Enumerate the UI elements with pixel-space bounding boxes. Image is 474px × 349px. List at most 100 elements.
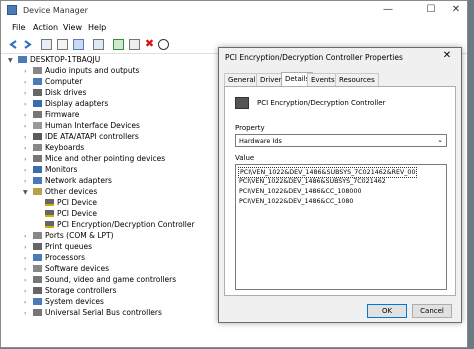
warning-device-icon: [45, 210, 54, 217]
display-icon: [33, 100, 42, 107]
tree-item-computer[interactable]: Computer: [33, 77, 82, 87]
expand-arrow-icon[interactable]: ›: [24, 233, 26, 240]
expand-arrow-icon[interactable]: ›: [24, 277, 26, 284]
tree-item-ports[interactable]: Ports (COM & LPT): [33, 231, 114, 241]
expand-arrow-icon[interactable]: ›: [24, 79, 26, 86]
back-icon[interactable]: [8, 39, 19, 50]
list-item[interactable]: PCI\VEN_1022&DEV_1486&SUBSYS_7C021462: [239, 177, 386, 186]
device-name: PCI Encryption/Decryption Controller: [257, 99, 386, 107]
tab-events[interactable]: Events: [307, 73, 339, 86]
device-manager-icon: [7, 5, 17, 15]
list-item[interactable]: PCI\VEN_1022&DEV_1486&CC_108000: [239, 187, 361, 196]
properties-dialog: PCI Encryption/Decryption Controller Pro…: [218, 47, 462, 323]
menu-action[interactable]: Action: [33, 23, 58, 32]
tree-item-print-queues[interactable]: Print queues: [33, 242, 92, 252]
tree-item-disk-drives[interactable]: Disk drives: [33, 88, 86, 98]
tree-item-keyboards[interactable]: Keyboards: [33, 143, 84, 153]
property-dropdown[interactable]: Hardware Ids ⌄: [235, 134, 447, 147]
menu-view[interactable]: View: [63, 23, 82, 32]
firmware-icon: [33, 111, 42, 118]
expand-arrow-icon[interactable]: ›: [24, 101, 26, 108]
warning-device-icon: [45, 221, 54, 228]
expand-arrow-icon[interactable]: ›: [24, 68, 26, 75]
uninstall-icon[interactable]: ✖: [144, 38, 155, 50]
expand-arrow-icon[interactable]: ›: [24, 288, 26, 295]
expand-arrow-icon[interactable]: ›: [24, 266, 26, 273]
scan-hardware-icon[interactable]: [113, 39, 124, 50]
tree-item-pci-encryption[interactable]: PCI Encryption/Decryption Controller: [45, 220, 195, 230]
storage-icon: [33, 287, 42, 294]
tree-item-other-devices[interactable]: Other devices: [33, 187, 97, 197]
tree-item-display-adapters[interactable]: Display adapters: [33, 99, 108, 109]
ide-controller-icon: [33, 133, 42, 140]
property-value: Hardware Ids: [239, 137, 282, 145]
value-label: Value: [235, 154, 255, 162]
expand-arrow-icon[interactable]: ›: [24, 145, 26, 152]
processor-icon: [33, 254, 42, 261]
tree-item-audio[interactable]: Audio inputs and outputs: [33, 66, 139, 76]
tree-root[interactable]: DESKTOP-1TBAQJU: [18, 55, 100, 65]
expand-arrow-icon[interactable]: ›: [24, 90, 26, 97]
window-title: Device Manager: [23, 6, 88, 15]
tree-item-sound[interactable]: Sound, video and game controllers: [33, 275, 176, 285]
expand-arrow-icon[interactable]: ›: [24, 167, 26, 174]
collapse-arrow-icon[interactable]: ▼: [23, 189, 28, 196]
details-panel: PCI Encryption/Decryption Controller Pro…: [224, 86, 456, 296]
tab-resources[interactable]: Resources: [335, 73, 379, 86]
tree-item-ide[interactable]: IDE ATA/ATAPI controllers: [33, 132, 139, 142]
tree-item-monitors[interactable]: Monitors: [33, 165, 77, 175]
printer-icon: [33, 243, 42, 250]
expand-arrow-icon[interactable]: ›: [24, 310, 26, 317]
forward-icon[interactable]: [22, 39, 33, 50]
expand-arrow-icon[interactable]: ›: [24, 244, 26, 251]
tree-item-pci-device-1[interactable]: PCI Device: [45, 198, 97, 208]
add-driver-icon[interactable]: [129, 39, 140, 50]
disable-device-icon[interactable]: [158, 39, 169, 50]
collapse-arrow-icon[interactable]: ▼: [8, 57, 13, 64]
tree-item-hid[interactable]: Human Interface Devices: [33, 121, 140, 131]
audio-icon: [33, 67, 42, 74]
expand-arrow-icon[interactable]: ›: [24, 134, 26, 141]
help-icon[interactable]: [73, 39, 84, 50]
tree-item-system-devices[interactable]: System devices: [33, 297, 104, 307]
tree-item-usb[interactable]: Universal Serial Bus controllers: [33, 308, 162, 318]
tree-item-processors[interactable]: Processors: [33, 253, 85, 263]
network-icon: [33, 177, 42, 184]
ok-button[interactable]: OK: [367, 304, 407, 318]
expand-arrow-icon[interactable]: ›: [24, 156, 26, 163]
cancel-button[interactable]: Cancel: [412, 304, 452, 318]
tree-item-storage[interactable]: Storage controllers: [33, 286, 116, 296]
properties-icon[interactable]: [57, 39, 68, 50]
mouse-icon: [33, 155, 42, 162]
title-bar[interactable]: Device Manager — ☐ ✕: [1, 1, 467, 20]
update-driver-icon[interactable]: [93, 39, 104, 50]
tree-item-firmware[interactable]: Firmware: [33, 110, 79, 120]
warning-device-icon: [45, 199, 54, 206]
dialog-close-button[interactable]: ✕: [437, 49, 457, 63]
device-icon: [235, 97, 249, 109]
tree-item-pci-device-2[interactable]: PCI Device: [45, 209, 97, 219]
menu-file[interactable]: File: [12, 23, 25, 32]
expand-arrow-icon[interactable]: ›: [24, 299, 26, 306]
port-icon: [33, 232, 42, 239]
close-button[interactable]: ✕: [441, 3, 471, 17]
expand-arrow-icon[interactable]: ›: [24, 255, 26, 262]
disk-icon: [33, 89, 42, 96]
expand-arrow-icon[interactable]: ›: [24, 112, 26, 119]
show-hide-tree-icon[interactable]: [41, 39, 52, 50]
menu-help[interactable]: Help: [88, 23, 106, 32]
tree-item-network[interactable]: Network adapters: [33, 176, 112, 186]
tab-general[interactable]: General: [224, 73, 260, 86]
menu-bar: File Action View Help: [1, 21, 467, 35]
computer-icon: [18, 56, 27, 63]
system-device-icon: [33, 298, 42, 305]
expand-arrow-icon[interactable]: ›: [24, 123, 26, 130]
tree-item-software-devices[interactable]: Software devices: [33, 264, 109, 274]
property-label: Property: [235, 124, 265, 132]
expand-arrow-icon[interactable]: ›: [24, 178, 26, 185]
minimize-button[interactable]: —: [373, 3, 403, 17]
value-list[interactable]: PCI\VEN_1022&DEV_1486&SUBSYS_7C021462&RE…: [235, 164, 447, 290]
list-item[interactable]: PCI\VEN_1022&DEV_1486&CC_1080: [239, 197, 353, 206]
tree-item-mice[interactable]: Mice and other pointing devices: [33, 154, 165, 164]
chevron-down-icon: ⌄: [437, 136, 443, 144]
